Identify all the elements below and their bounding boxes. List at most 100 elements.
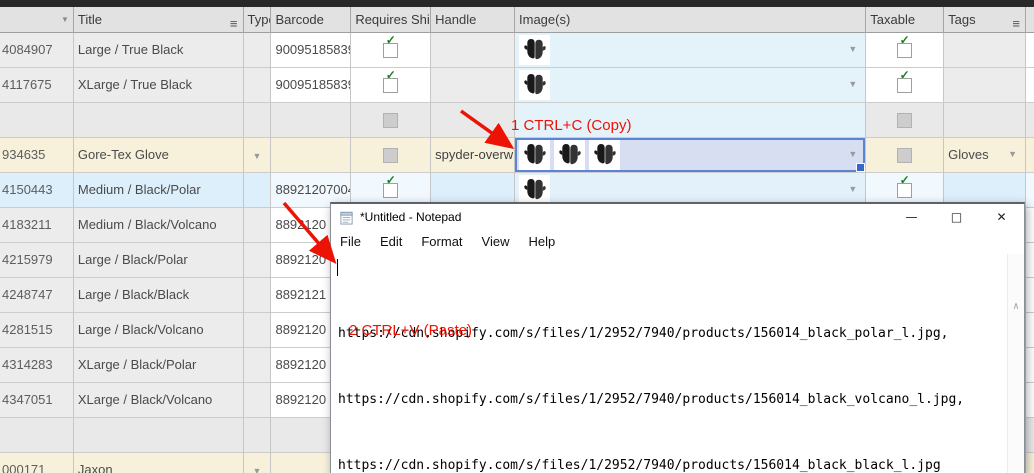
cell-extra[interactable]	[1026, 453, 1034, 473]
notepad-text-area[interactable]: https://cdn.shopify.com/s/files/1/2952/7…	[331, 254, 1024, 473]
cell-handle[interactable]	[431, 68, 515, 103]
cell-extra[interactable]	[1026, 208, 1034, 243]
cell-extra[interactable]	[1026, 243, 1034, 278]
cell-handle[interactable]	[431, 103, 515, 138]
cell-type[interactable]	[244, 103, 272, 138]
cell-extra[interactable]	[1026, 383, 1034, 418]
header-taxable[interactable]: Taxable	[866, 7, 944, 33]
menu-view[interactable]: View	[482, 234, 510, 249]
cell-id[interactable]: 4281515	[0, 313, 74, 348]
cell-images[interactable]: ▼	[515, 33, 866, 68]
cell-tags[interactable]	[944, 103, 1026, 138]
header-handle[interactable]: Handle	[431, 7, 515, 33]
requires-shipping-checkbox[interactable]: ✓	[383, 78, 398, 93]
filter-dropdown-icon[interactable]: ▼	[61, 7, 69, 32]
cell-type[interactable]	[244, 348, 272, 383]
cell-title[interactable]: Gore-Tex Glove	[74, 138, 244, 173]
product-image-thumbnail[interactable]	[519, 35, 550, 65]
cell-type[interactable]: ▼	[244, 453, 272, 473]
cell-id[interactable]	[0, 103, 74, 138]
cell-id[interactable]: 4314283	[0, 348, 74, 383]
cell-tags[interactable]	[944, 33, 1026, 68]
cell-type[interactable]	[244, 278, 272, 313]
cell-extra[interactable]	[1026, 103, 1034, 138]
cell-title[interactable]: Large / Black/Volcano	[74, 313, 244, 348]
cell-requires-shipping[interactable]	[351, 103, 431, 138]
header-type[interactable]: Type	[244, 7, 272, 33]
cell-id[interactable]: 4215979	[0, 243, 74, 278]
cell-barcode[interactable]	[271, 103, 351, 138]
cell-id[interactable]	[0, 418, 74, 453]
taxable-checkbox[interactable]	[897, 148, 912, 163]
cell-title[interactable]: Medium / Black/Volcano	[74, 208, 244, 243]
cell-images[interactable]: ▼	[515, 138, 866, 173]
cell-title[interactable]: Large / Black/Black	[74, 278, 244, 313]
menu-edit[interactable]: Edit	[380, 234, 402, 249]
product-image-thumbnail[interactable]	[519, 140, 550, 170]
requires-shipping-checkbox[interactable]	[383, 148, 398, 163]
cell-images[interactable]: ▼	[515, 68, 866, 103]
images-dropdown-icon[interactable]: ▼	[848, 138, 857, 171]
cell-type[interactable]	[244, 383, 272, 418]
menu-file[interactable]: File	[340, 234, 361, 249]
taxable-checkbox[interactable]	[897, 113, 912, 128]
tags-dropdown-icon[interactable]: ▼	[1008, 138, 1017, 171]
column-menu-icon[interactable]: ≡	[1012, 11, 1020, 33]
menu-format[interactable]: Format	[421, 234, 462, 249]
close-button[interactable]: ✕	[979, 204, 1024, 230]
product-image-thumbnail[interactable]	[519, 70, 550, 100]
cell-taxable[interactable]	[866, 138, 944, 173]
cell-images[interactable]	[515, 103, 866, 138]
header-images[interactable]: Image(s)	[515, 7, 866, 33]
cell-type[interactable]	[244, 313, 272, 348]
taxable-checkbox[interactable]: ✓	[897, 78, 912, 93]
cell-type[interactable]: ▼	[244, 138, 272, 173]
cell-id[interactable]: 000171	[0, 453, 74, 473]
type-dropdown-icon[interactable]: ▼	[248, 455, 267, 473]
type-dropdown-icon[interactable]: ▼	[248, 140, 267, 173]
cell-title[interactable]: Large / True Black	[74, 33, 244, 68]
cell-taxable[interactable]: ✓	[866, 33, 944, 68]
cell-id[interactable]: 4183211	[0, 208, 74, 243]
cell-taxable[interactable]: ✓	[866, 68, 944, 103]
requires-shipping-checkbox[interactable]	[383, 113, 398, 128]
header-tags[interactable]: Tags ≡	[944, 7, 1026, 33]
cell-barcode[interactable]: 90095185839	[271, 33, 351, 68]
column-menu-icon[interactable]: ≡	[230, 11, 238, 33]
product-image-thumbnail[interactable]	[519, 175, 550, 205]
maximize-button[interactable]: □	[934, 204, 979, 230]
cell-requires-shipping[interactable]: ✓	[351, 68, 431, 103]
cell-taxable[interactable]	[866, 103, 944, 138]
cell-id[interactable]: 4248747	[0, 278, 74, 313]
cell-type[interactable]	[244, 33, 272, 68]
requires-shipping-checkbox[interactable]: ✓	[383, 43, 398, 58]
cell-type[interactable]	[244, 208, 272, 243]
images-dropdown-icon[interactable]: ▼	[848, 68, 857, 101]
minimize-button[interactable]: —	[889, 204, 934, 230]
cell-extra[interactable]	[1026, 173, 1034, 208]
header-requires-shipping[interactable]: Requires Shipping	[351, 7, 431, 33]
cell-extra[interactable]	[1026, 138, 1034, 173]
product-image-thumbnail[interactable]	[589, 140, 620, 170]
header-title[interactable]: Title ≡	[74, 7, 244, 33]
images-dropdown-icon[interactable]: ▼	[848, 33, 857, 66]
header-barcode[interactable]: Barcode	[271, 7, 351, 33]
cell-title[interactable]: Medium / Black/Polar	[74, 173, 244, 208]
cell-title[interactable]: XLarge / Black/Volcano	[74, 383, 244, 418]
cell-extra[interactable]	[1026, 418, 1034, 453]
cell-id[interactable]: 4150443	[0, 173, 74, 208]
cell-id[interactable]: 934635	[0, 138, 74, 173]
cell-extra[interactable]	[1026, 68, 1034, 103]
cell-handle[interactable]	[431, 33, 515, 68]
cell-barcode[interactable]	[271, 138, 351, 173]
cell-type[interactable]	[244, 173, 272, 208]
notepad-titlebar[interactable]: *Untitled - Notepad — □ ✕	[331, 204, 1024, 230]
taxable-checkbox[interactable]: ✓	[897, 43, 912, 58]
cell-requires-shipping[interactable]	[351, 138, 431, 173]
notepad-scrollbar[interactable]: ∧	[1007, 254, 1024, 473]
cell-title[interactable]: Large / Black/Polar	[74, 243, 244, 278]
cell-barcode[interactable]: 90095185839	[271, 68, 351, 103]
cell-title[interactable]: Jaxon	[74, 453, 244, 473]
product-image-thumbnail[interactable]	[554, 140, 585, 170]
requires-shipping-checkbox[interactable]: ✓	[383, 183, 398, 198]
